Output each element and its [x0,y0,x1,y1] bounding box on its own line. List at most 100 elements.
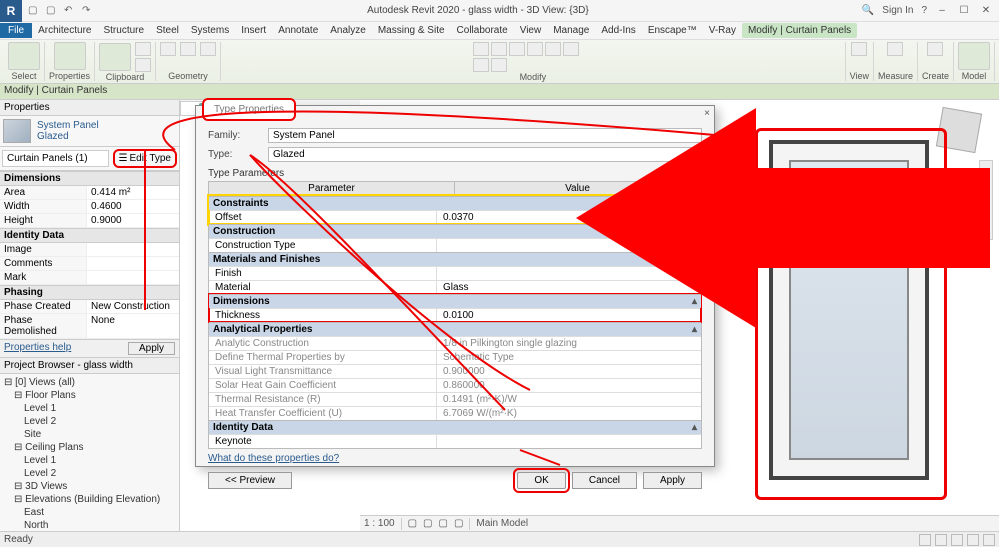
menu-collaborate[interactable]: Collaborate [451,25,514,36]
vc-icon[interactable]: ▢ [439,518,448,529]
align-button[interactable] [473,42,489,56]
tree-node[interactable]: ⊟ Ceiling Plans [14,441,175,454]
prop-height-value[interactable]: 0.9000 [86,214,179,227]
prop-width-value[interactable]: 0.4600 [86,200,179,213]
sb-icon[interactable] [919,534,931,546]
prop-image-value[interactable] [86,243,179,256]
tree-node[interactable]: Level 2 [24,415,175,428]
qat-redo-icon[interactable]: ↷ [82,5,94,17]
menu-vray[interactable]: V-Ray [703,25,742,36]
copy-button[interactable] [135,58,151,72]
ana-shgc-value[interactable]: 0.860000 [437,379,701,392]
ok-button[interactable]: OK [517,472,565,489]
ana-u-value[interactable]: 6.7069 W/(m²·K) [437,407,701,420]
rotate-button[interactable] [527,42,543,56]
prop-mark-value[interactable] [86,271,179,284]
tree-node[interactable]: Level 1 [24,402,175,415]
menu-analyze[interactable]: Analyze [324,25,372,36]
ana-thermal-def-value[interactable]: Schematic Type [437,351,701,364]
type-properties-help-link[interactable]: What do these properties do? [208,453,339,464]
move-button[interactable] [491,42,507,56]
help-icon[interactable]: ? [921,5,927,16]
app-logo: R [0,0,22,22]
section-identity: Identity Data [0,228,179,243]
qat-undo-icon[interactable]: ↶ [64,5,76,17]
keynote-value[interactable] [437,435,701,448]
prop-phase-created-value[interactable]: New Construction [86,300,179,313]
close-button[interactable]: ✕ [979,5,993,16]
view-button[interactable] [851,42,867,56]
scale-button[interactable] [491,58,507,72]
menu-enscape[interactable]: Enscape™ [642,25,703,36]
ana-r-value[interactable]: 0.1491 (m²·K)/W [437,393,701,406]
tree-node[interactable]: ⊟ Elevations (Building Elevation) [14,493,175,506]
quick-access-toolbar[interactable]: ▢ ▢ ↶ ↷ [28,5,94,17]
vc-main-model[interactable]: Main Model [476,518,528,529]
preview-button[interactable]: << Preview [208,472,292,489]
offset-button[interactable] [563,42,579,56]
sb-icon[interactable] [951,534,963,546]
measure-button[interactable] [887,42,903,56]
tree-node[interactable]: Site [24,428,175,441]
vc-icon[interactable]: ▢ [454,518,463,529]
maximize-button[interactable]: ☐ [957,5,971,16]
menu-massing[interactable]: Massing & Site [372,25,451,36]
prop-comments-value[interactable] [86,257,179,270]
tree-node[interactable]: North [24,519,175,531]
ribbon-group-geometry: Geometry [168,71,208,81]
menu-steel[interactable]: Steel [150,25,185,36]
menu-modify-context[interactable]: Modify | Curtain Panels [742,23,857,38]
tree-node[interactable]: ⊟ Floor Plans [14,389,175,402]
properties-help-link[interactable]: Properties help [4,342,128,355]
apply-button[interactable]: Apply [643,472,702,489]
type-selector[interactable]: System Panel Glazed [0,116,179,147]
menu-addins[interactable]: Add-Ins [595,25,641,36]
menu-insert[interactable]: Insert [235,25,272,36]
tree-node[interactable]: Level 1 [24,454,175,467]
edit-in-place-button[interactable] [958,42,990,70]
properties-apply-button[interactable]: Apply [128,342,175,355]
prop-phase-demolished-value[interactable]: None [86,314,179,338]
modify-tool-button[interactable] [8,42,40,70]
vc-icon[interactable]: ▢ [408,518,417,529]
create-button[interactable] [927,42,943,56]
menu-annotate[interactable]: Annotate [272,25,324,36]
menu-systems[interactable]: Systems [185,25,235,36]
array-button[interactable] [473,58,489,72]
edit-type-button[interactable]: ☰ Edit Type [113,149,177,168]
view-scale[interactable]: 1 : 100 [364,518,395,529]
sb-icon[interactable] [983,534,995,546]
signin-link[interactable]: Sign In [882,5,913,16]
prop-area-value[interactable]: 0.414 m² [86,186,179,199]
tree-node[interactable]: East [24,506,175,519]
mirror-button[interactable] [509,42,525,56]
ana-vlt-value[interactable]: 0.900000 [437,365,701,378]
instance-selector[interactable]: Curtain Panels (1) [2,150,109,167]
menu-manage[interactable]: Manage [547,25,595,36]
cut-button[interactable] [135,42,151,56]
section-identity-type[interactable]: Identity Data▴ [209,420,701,434]
search-icon[interactable]: 🔍 [862,5,874,16]
cut-geom-button[interactable] [180,42,196,56]
paste-button[interactable] [99,43,131,71]
minimize-button[interactable]: – [935,5,949,16]
tree-node[interactable]: ⊟ 3D Views [14,480,175,493]
join-button[interactable] [200,42,216,56]
sb-icon[interactable] [967,534,979,546]
qat-save-icon[interactable]: ▢ [46,5,58,17]
sb-icon[interactable] [935,534,947,546]
properties-button[interactable] [54,42,86,70]
qat-open-icon[interactable]: ▢ [28,5,40,17]
trim-button[interactable] [545,42,561,56]
menu-file[interactable]: File [0,23,32,38]
cancel-button[interactable]: Cancel [572,472,637,489]
menu-structure[interactable]: Structure [97,25,150,36]
menu-architecture[interactable]: Architecture [32,25,97,36]
ana-construction-value[interactable]: 1/8 in Pilkington single glazing [437,337,701,350]
cope-button[interactable] [160,42,176,56]
tree-node[interactable]: ⊟ [0] Views (all) [4,376,175,389]
menu-view[interactable]: View [514,25,548,36]
vc-icon[interactable]: ▢ [423,518,432,529]
project-browser-tree[interactable]: ⊟ [0] Views (all)⊟ Floor PlansLevel 1Lev… [0,374,179,531]
tree-node[interactable]: Level 2 [24,467,175,480]
